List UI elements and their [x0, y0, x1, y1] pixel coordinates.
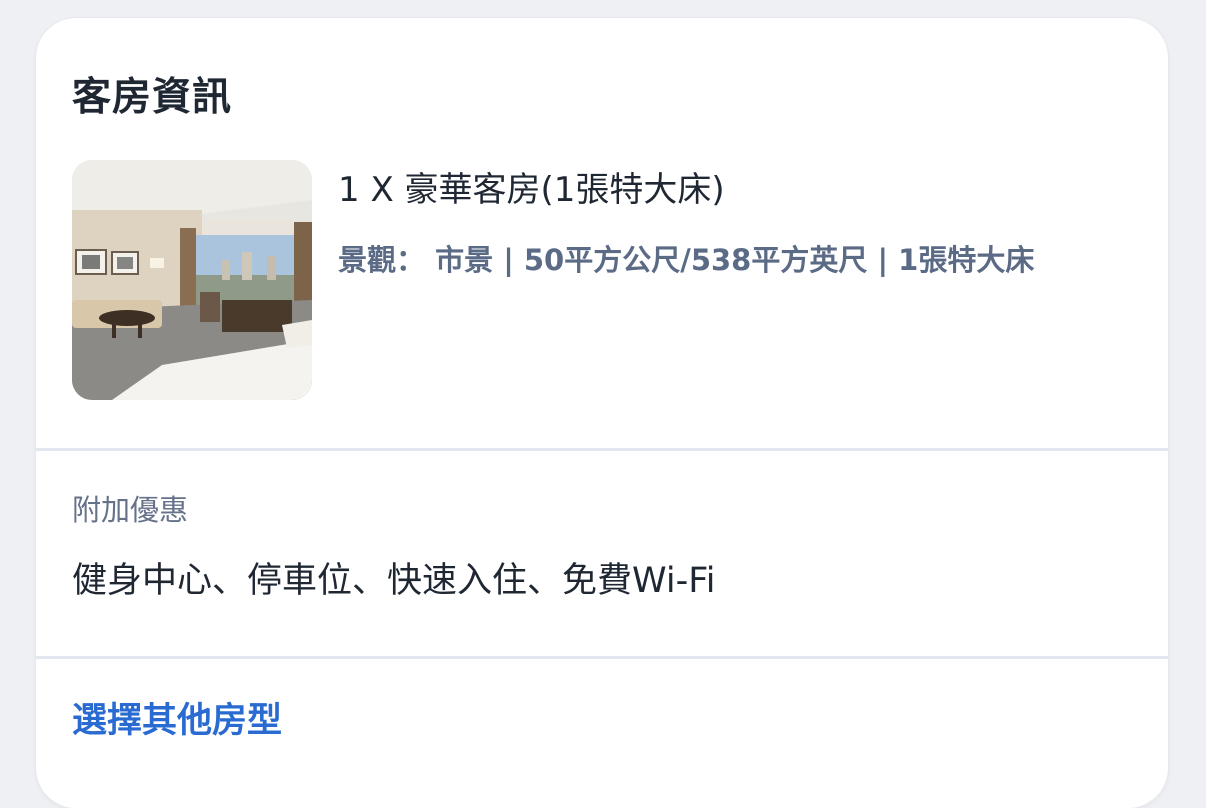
room-photo [72, 160, 312, 400]
section-divider [36, 448, 1168, 451]
perks-value: 健身中心、停車位、快速入住、免費Wi-Fi [72, 561, 716, 601]
section-divider [36, 656, 1168, 659]
room-name: 1 X 豪華客房(1張特大床) [338, 170, 725, 210]
room-info-card: 客房資訊 1 X 豪華客房(1張特大床) 景觀： 市景 | 50平方公尺/538… [36, 18, 1168, 808]
select-other-room-link[interactable]: 選擇其他房型 [72, 698, 282, 744]
room-detail: 景觀： 市景 | 50平方公尺/538平方英尺 | 1張特大床 [338, 243, 1035, 277]
room-photo-image [72, 160, 312, 400]
perks-label: 附加優惠 [72, 493, 189, 527]
card-title: 客房資訊 [72, 75, 233, 120]
